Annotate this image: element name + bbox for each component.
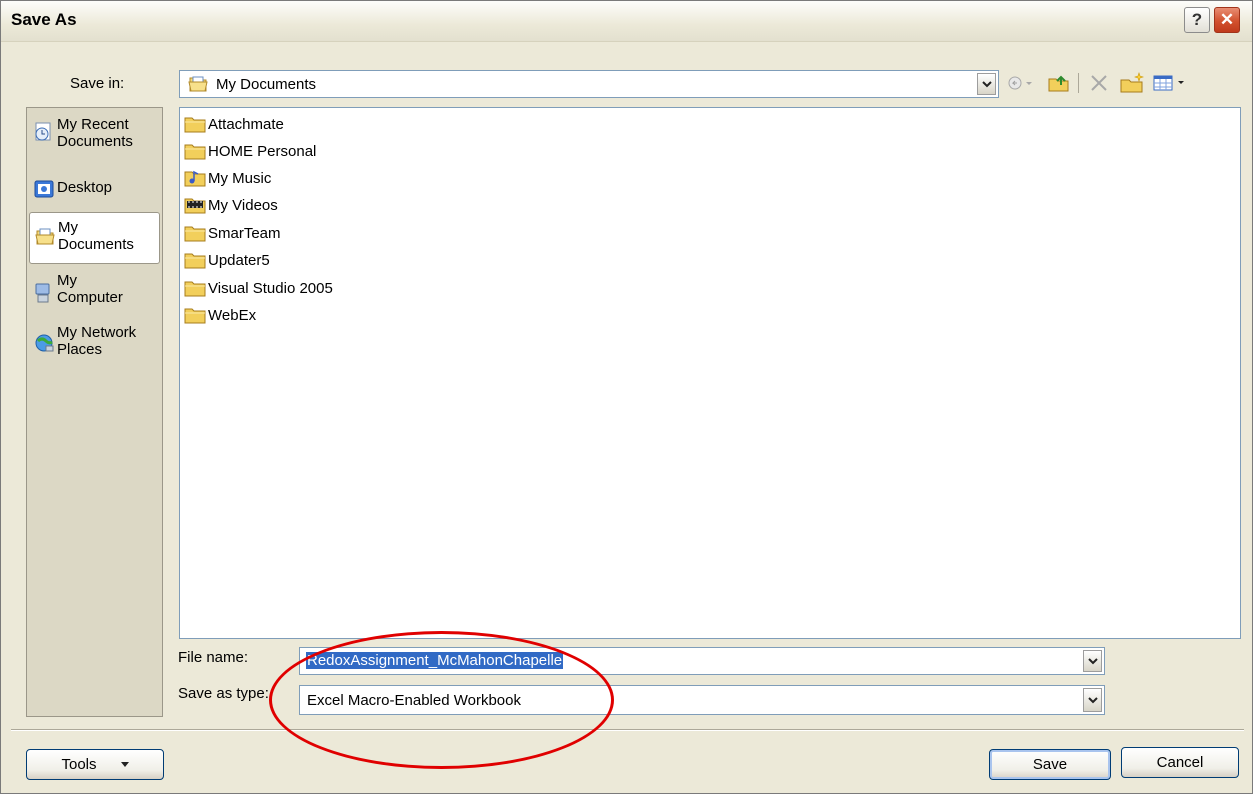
chevron-down-icon xyxy=(120,762,129,767)
file-name: My Videos xyxy=(208,196,278,214)
separator xyxy=(11,729,1244,731)
my-documents-icon xyxy=(34,225,56,247)
list-item[interactable]: Visual Studio 2005 xyxy=(184,276,333,300)
save-as-type-dropdown-button[interactable] xyxy=(1083,688,1102,712)
place-label: My Documents xyxy=(58,219,134,253)
close-button[interactable]: ✕ xyxy=(1214,7,1240,33)
place-my-network-places[interactable]: My Network Places xyxy=(29,324,160,358)
file-list[interactable]: Attachmate HOME Personal My Music My Vid… xyxy=(179,107,1241,639)
save-in-value: My Documents xyxy=(216,76,317,93)
title-bar[interactable]: Save As ? ✕ xyxy=(1,1,1252,42)
place-my-documents[interactable]: My Documents xyxy=(29,212,160,264)
file-name: Attachmate xyxy=(208,115,284,133)
toolbar-separator xyxy=(1076,72,1080,94)
network-places-icon xyxy=(33,332,55,354)
place-my-recent-documents[interactable]: My Recent Documents xyxy=(29,116,160,150)
place-label: My Network Places xyxy=(57,324,137,358)
delete-icon[interactable] xyxy=(1086,72,1112,94)
desktop-icon xyxy=(33,178,55,200)
places-bar: My Recent Documents Desktop My Documents… xyxy=(26,107,163,717)
file-name-dropdown-button[interactable] xyxy=(1083,650,1102,672)
place-label: My Computer xyxy=(57,272,123,306)
music-folder-icon xyxy=(184,169,206,187)
save-in-combo[interactable]: My Documents xyxy=(179,70,999,98)
folder-icon xyxy=(184,115,206,133)
file-name: My Music xyxy=(208,169,272,187)
list-item[interactable]: Updater5 xyxy=(184,248,270,272)
recent-documents-icon xyxy=(33,120,55,142)
help-button[interactable]: ? xyxy=(1184,7,1210,33)
views-icon[interactable] xyxy=(1151,72,1191,94)
list-item[interactable]: SmarTeam xyxy=(184,221,281,245)
place-label: Desktop xyxy=(57,179,113,196)
save-as-type-select[interactable]: Excel Macro-Enabled Workbook xyxy=(299,685,1105,715)
place-desktop[interactable]: Desktop xyxy=(29,174,160,200)
save-in-label: Save in: xyxy=(70,75,125,92)
folder-icon xyxy=(184,224,206,242)
file-name: Visual Studio 2005 xyxy=(208,279,333,297)
file-name: HOME Personal xyxy=(208,142,317,160)
file-name-label: File name: xyxy=(178,649,249,666)
tools-button[interactable]: Tools xyxy=(26,749,164,780)
folder-icon xyxy=(184,142,206,160)
save-in-dropdown-button[interactable] xyxy=(977,73,996,95)
my-computer-icon xyxy=(33,282,55,304)
back-icon[interactable] xyxy=(1004,72,1038,94)
folder-icon xyxy=(184,279,206,297)
list-item[interactable]: My Videos xyxy=(184,193,278,217)
place-label: My Recent Documents xyxy=(57,116,133,150)
folder-icon xyxy=(184,251,206,269)
list-item[interactable]: HOME Personal xyxy=(184,139,316,163)
video-folder-icon xyxy=(184,196,206,214)
list-item[interactable]: WebEx xyxy=(184,303,256,327)
save-as-dialog: Save As ? ✕ Save in: My Documents My Rec… xyxy=(0,0,1253,794)
save-as-type-value: Excel Macro-Enabled Workbook xyxy=(307,692,521,709)
new-folder-icon[interactable] xyxy=(1118,72,1146,94)
cancel-button[interactable]: Cancel xyxy=(1121,747,1239,778)
dialog-title: Save As xyxy=(11,10,77,29)
my-documents-icon xyxy=(187,74,209,98)
save-button[interactable]: Save xyxy=(989,749,1111,780)
list-item[interactable]: My Music xyxy=(184,166,271,190)
place-my-computer[interactable]: My Computer xyxy=(29,272,160,306)
list-item[interactable]: Attachmate xyxy=(184,112,284,136)
file-name-field[interactable]: RedoxAssignment_McMahonChapelle xyxy=(299,647,1105,675)
file-name: Updater5 xyxy=(208,251,270,269)
file-name: WebEx xyxy=(208,306,257,324)
up-folder-icon[interactable] xyxy=(1046,72,1072,94)
save-as-type-label: Save as type: xyxy=(178,685,269,702)
folder-icon xyxy=(184,306,206,324)
file-name-value: RedoxAssignment_McMahonChapelle xyxy=(306,652,564,669)
file-name: SmarTeam xyxy=(208,224,281,242)
tools-label: Tools xyxy=(61,756,97,773)
